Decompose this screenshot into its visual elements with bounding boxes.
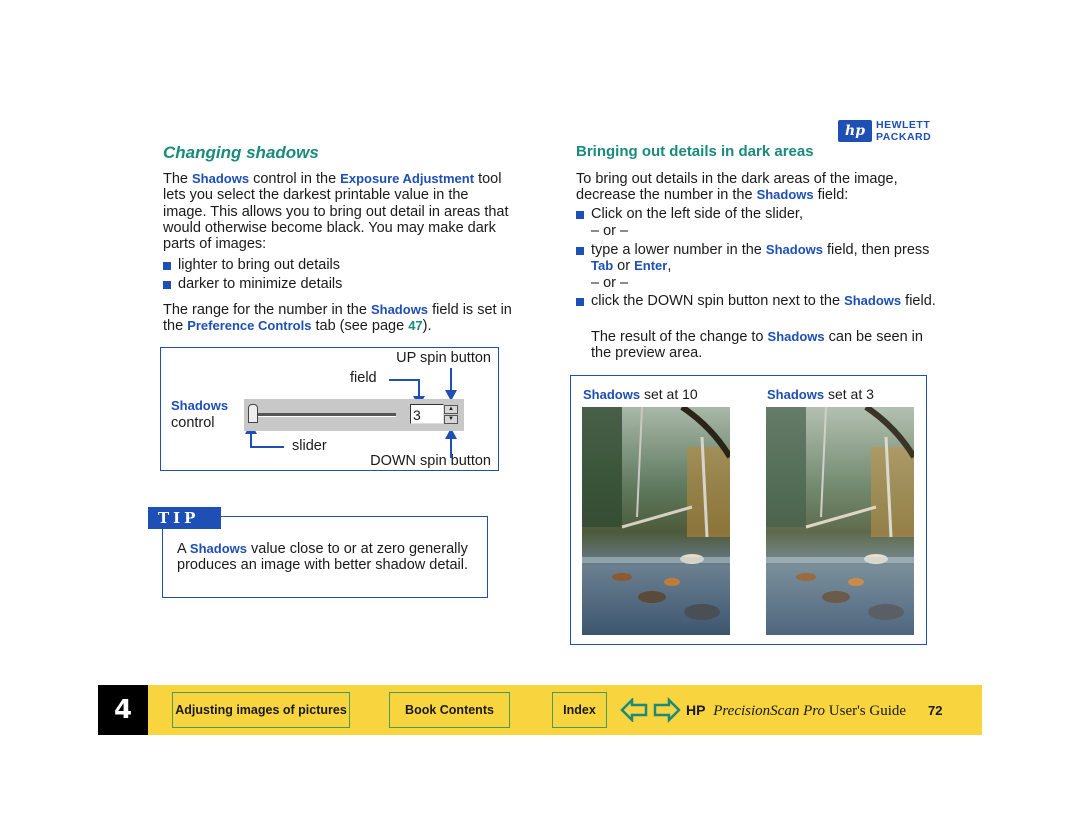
list-item: click the DOWN spin button next to the S… [576, 293, 936, 309]
ui-term: Tab [591, 257, 614, 273]
text-run: type a lower number in the [591, 241, 766, 258]
text-run: Click on the left side of the slider, [591, 206, 803, 222]
hewlett-packard-logo: hp HEWLETT PACKARD [838, 118, 944, 144]
text-run: click the DOWN spin button next to the [591, 293, 845, 310]
ui-term: Shadows [756, 187, 814, 203]
or-separator: – or – [591, 223, 629, 240]
logo-line-1: HEWLETT [876, 119, 931, 131]
forward-arrow-icon[interactable] [653, 697, 681, 723]
text-run: field: [813, 187, 849, 204]
left-intro-paragraph: The Shadows control in the Exposure Adju… [163, 171, 513, 252]
list-item: darker to minimize details [163, 276, 513, 292]
tip-label: TIP [148, 507, 221, 529]
book-contents-button[interactable]: Book Contents [389, 692, 510, 728]
or-separator: – or – [591, 275, 629, 292]
text-run: ). [422, 318, 432, 335]
ui-term: Exposure Adjustment [340, 171, 475, 186]
result-paragraph: The result of the change to Shadows can … [591, 329, 936, 362]
preview-comparison-box: Shadows set at 10 Shadows set at 3 [570, 375, 927, 645]
chapter-link-button[interactable]: Adjusting images of pictures [172, 692, 350, 728]
shadows-slider-track[interactable] [254, 413, 396, 417]
text-run: To bring out details in the dark areas o… [576, 171, 898, 204]
ui-term: Enter [634, 257, 668, 273]
range-paragraph: The range for the number in the Shadows … [163, 302, 513, 335]
list-item: Click on the left side of the slider, [576, 206, 936, 222]
guide-title: HP PrecisionScan Pro User's Guide [686, 702, 907, 719]
text-run: field, then press [822, 241, 930, 258]
slider-callout-line [250, 432, 284, 448]
ui-term: Preference Controls [187, 318, 312, 334]
photo-shadows-3 [766, 407, 914, 635]
shadows-control-diagram: UP spin button field Shadows control sli… [160, 347, 499, 471]
ui-term: Shadows [765, 241, 823, 257]
list-item: type a lower number in the Shadows field… [576, 242, 936, 275]
text-run: tab (see page [311, 318, 409, 335]
text-run: , [667, 257, 672, 274]
caption-shadows-3: Shadows set at 3 [767, 386, 874, 402]
right-intro-paragraph: To bring out details in the dark areas o… [576, 171, 936, 204]
text-run: or [613, 257, 635, 274]
page-number: 72 [928, 703, 943, 718]
section-title-dark-areas: Bringing out details in dark areas [576, 143, 814, 160]
forest-stream-photo-shadows-10 [582, 407, 730, 635]
section-title-changing-shadows: Changing shadows [163, 143, 319, 162]
text-run: The result of the change to [591, 329, 768, 345]
index-button[interactable]: Index [552, 692, 607, 728]
ui-term: Shadows [844, 293, 902, 309]
photo-shadows-10 [582, 407, 730, 635]
down-spin-button[interactable]: ▼ [444, 415, 458, 424]
forest-stream-photo-shadows-3 [766, 407, 914, 635]
back-arrow-icon[interactable] [620, 698, 648, 722]
hp-logo-mark: hp [838, 120, 872, 142]
chapter-number: 4 [98, 685, 148, 735]
bullet-square-icon [576, 298, 584, 307]
steps-list: Click on the left side of the slider, – … [576, 206, 936, 311]
text-run: field. [901, 293, 936, 310]
text-run: The [163, 171, 193, 187]
ui-term: Shadows [189, 541, 247, 556]
ui-term: Shadows [767, 329, 825, 344]
up-spin-button[interactable]: ▲ [444, 405, 458, 414]
caption-shadows-10: Shadows set at 10 [583, 386, 698, 402]
shadows-value-field[interactable]: 3 [410, 404, 444, 424]
text-run: The range for the number in the [163, 302, 371, 318]
bullet-square-icon [576, 211, 584, 219]
ui-term: Shadows [370, 302, 429, 317]
text-run: control in the [249, 171, 341, 187]
tip-text: A Shadows value close to or at zero gene… [177, 541, 477, 574]
navigation-footer: 4 Adjusting images of pictures Book Cont… [98, 685, 982, 735]
ui-term: Shadows [192, 171, 250, 186]
hp-logo-wordmark: HEWLETT PACKARD [876, 119, 931, 143]
bullet-square-icon [576, 246, 584, 255]
bullet-square-icon [163, 281, 171, 290]
text-run: A [177, 541, 190, 557]
logo-line-2: PACKARD [876, 131, 932, 143]
page-link[interactable]: 47 [408, 318, 422, 333]
list-item: lighter to bring out details [163, 257, 513, 273]
left-bullet-list: lighter to bring out details darker to m… [163, 257, 513, 296]
shadows-control-panel: 3 ▲ ▼ [244, 399, 464, 431]
bullet-square-icon [163, 262, 171, 270]
shadows-slider-thumb[interactable] [248, 404, 258, 423]
